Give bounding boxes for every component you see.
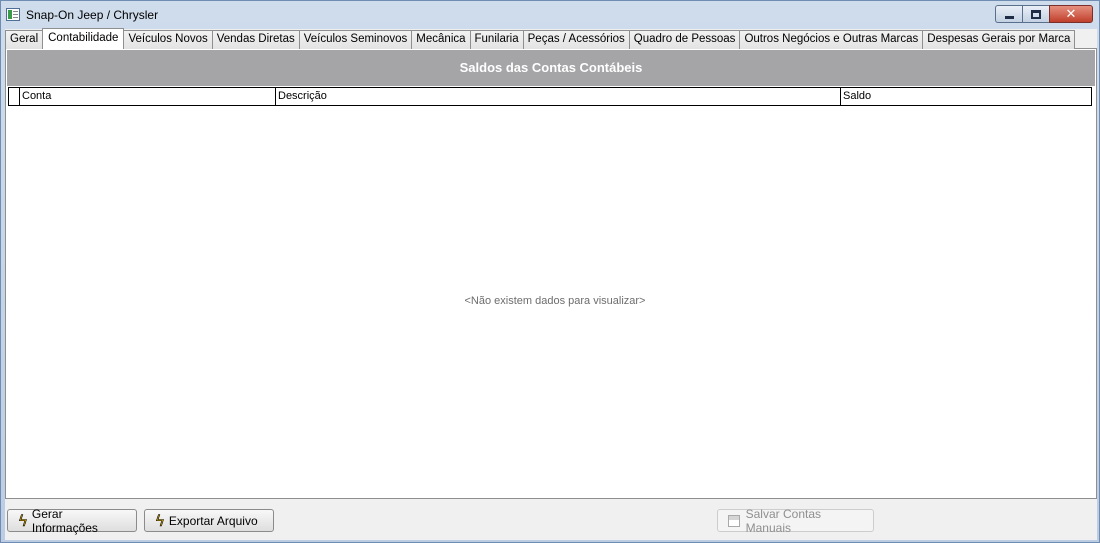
client-area: Geral Contabilidade Veículos Novos Venda… [5,28,1097,540]
grid-header: Conta Descrição Saldo [8,87,1092,106]
tab-funilaria[interactable]: Funilaria [470,30,524,49]
tab-panel-contabilidade: Saldos das Contas Contábeis Conta Descri… [5,49,1097,499]
maximize-icon [1031,9,1041,19]
tab-quadro-de-pessoas[interactable]: Quadro de Pessoas [629,30,741,49]
tab-outros-negocios[interactable]: Outros Negócios e Outras Marcas [740,30,924,49]
tab-strip: Geral Contabilidade Veículos Novos Venda… [5,28,1097,49]
bottom-toolbar: ϟ Gerar Informações ϟ Exportar Arquivo S… [5,499,1097,540]
empty-grid-message: <Não existem dados para visualizar> [464,295,646,307]
exportar-arquivo-label: Exportar Arquivo [168,513,258,528]
gerar-informacoes-button[interactable]: ϟ Gerar Informações [7,506,137,535]
tab-contabilidade[interactable]: Contabilidade [42,28,125,49]
tab-mecanica[interactable]: Mecânica [412,30,471,49]
column-header-conta[interactable]: Conta [20,88,276,105]
minimize-button[interactable] [995,5,1022,23]
close-button[interactable]: ✕ [1049,5,1093,23]
column-header-saldo[interactable]: Saldo [841,88,1091,105]
tab-veiculos-seminovos[interactable]: Veículos Seminovos [299,30,413,49]
window-controls: ✕ [995,5,1093,23]
save-disk-icon [728,514,740,527]
close-icon: ✕ [1065,6,1077,22]
window-title: Snap-On Jeep / Chrysler [26,8,159,22]
tab-geral[interactable]: Geral [5,30,44,49]
grid-body[interactable]: <Não existem dados para visualizar> [8,106,1092,496]
app-window: Snap-On Jeep / Chrysler ✕ Geral Contabil… [0,0,1100,543]
maximize-button[interactable] [1022,5,1049,23]
gerar-informacoes-label: Gerar Informações [31,506,98,535]
lightning-icon: ϟ [18,511,29,530]
app-icon [6,8,20,21]
tab-despesas-gerais[interactable]: Despesas Gerais por Marca [923,30,1076,49]
tab-pecas-acessorios[interactable]: Peças / Acessórios [523,30,630,49]
tab-veiculos-novos[interactable]: Veículos Novos [124,30,213,49]
column-header-descricao[interactable]: Descrição [276,88,841,105]
exportar-arquivo-button[interactable]: ϟ Exportar Arquivo [144,509,274,532]
minimize-icon [1004,15,1014,19]
lightning-icon: ϟ [155,511,166,530]
title-bar: Snap-On Jeep / Chrysler ✕ [1,1,1099,29]
salvar-contas-manuais-button[interactable]: Salvar Contas Manuais [717,506,874,535]
grid-title: Saldos das Contas Contábeis [7,50,1095,86]
row-indicator-header [9,88,20,105]
tab-vendas-diretas[interactable]: Vendas Diretas [212,30,300,49]
salvar-contas-manuais-label: Salvar Contas Manuais [745,506,821,535]
